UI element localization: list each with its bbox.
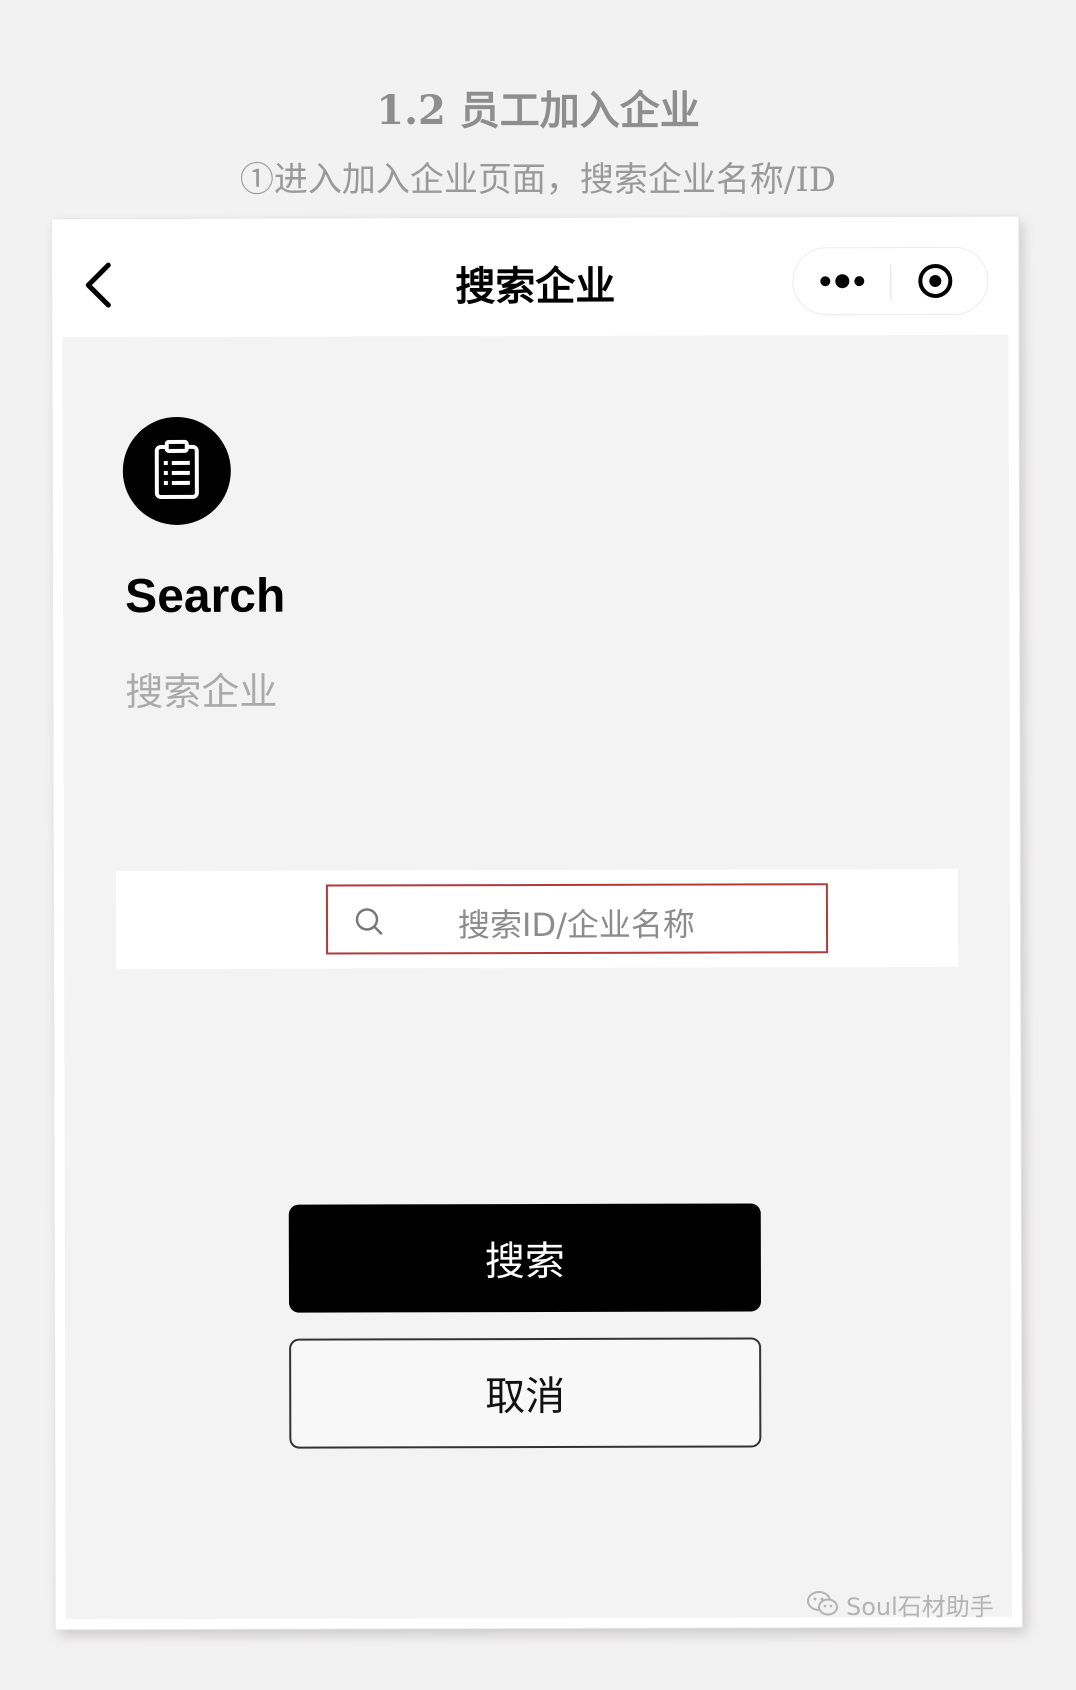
phone-screenshot: 搜索企业 Search 搜索企业 搜索ID/企业名称 搜索 取消: [52, 216, 1022, 1630]
more-dots-icon: [820, 274, 865, 289]
search-bar-container: 搜索ID/企业名称: [115, 868, 959, 970]
more-button[interactable]: [793, 248, 890, 314]
document-title: 1.2 员工加入企业: [376, 87, 700, 134]
mini-program-capsule: [792, 246, 989, 316]
watermark-text: Soul石材助手: [846, 1592, 994, 1621]
section-caption: 搜索企业: [125, 669, 278, 715]
section-heading: Search: [125, 569, 286, 624]
wechat-icon: [807, 1591, 838, 1616]
document-subtitle: ①进入加入企业页面，搜索企业名称/ID: [239, 160, 837, 200]
search-icon: [355, 908, 383, 935]
search-placeholder: 搜索ID/企业名称: [457, 905, 695, 945]
search-input[interactable]: 搜索ID/企业名称: [325, 883, 829, 955]
target-circle-icon: [918, 263, 953, 298]
search-button[interactable]: 搜索: [288, 1203, 762, 1313]
clipboard-list-icon: [154, 439, 199, 499]
nav-bar: 搜索企业: [52, 216, 1019, 338]
close-button[interactable]: [891, 248, 988, 314]
content-area: Search 搜索企业 搜索ID/企业名称 搜索 取消: [62, 334, 1012, 1620]
header-icon-badge: [122, 416, 231, 526]
watermark: Soul石材助手: [806, 1584, 994, 1624]
cancel-button[interactable]: 取消: [289, 1337, 762, 1449]
